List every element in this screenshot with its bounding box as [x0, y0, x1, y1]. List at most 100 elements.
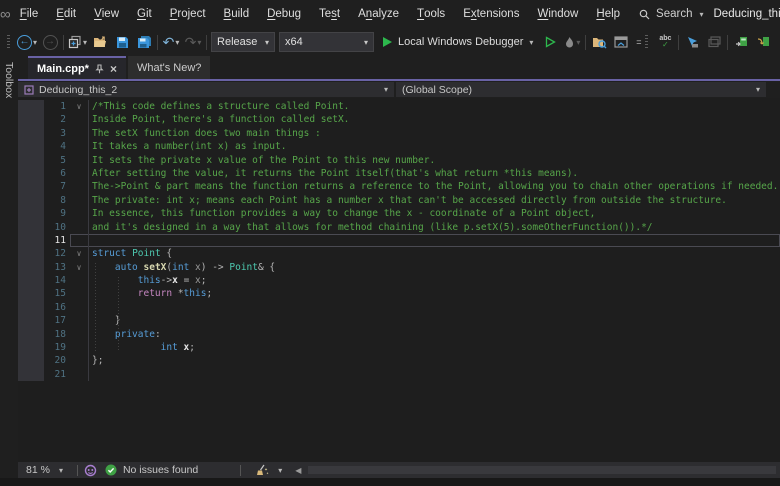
- menu-window[interactable]: Window: [528, 0, 587, 28]
- code-line[interactable]: 14 this->x = x;: [18, 274, 780, 288]
- code-text[interactable]: In essence, this function provides a way…: [88, 207, 780, 220]
- solution-explorer-button[interactable]: [612, 31, 630, 53]
- menu-git[interactable]: Git: [128, 0, 161, 28]
- toolbar-drag-handle[interactable]: [7, 34, 10, 50]
- code-line[interactable]: 7 The->Point & part means the function re…: [18, 180, 780, 194]
- open-file-button[interactable]: [91, 31, 109, 53]
- code-line[interactable]: 10 and it's designed in a way that allows…: [18, 220, 780, 234]
- breakpoint-margin[interactable]: [18, 220, 44, 234]
- breakpoint-margin[interactable]: [18, 300, 44, 315]
- breakpoint-margin[interactable]: [18, 314, 44, 328]
- menu-test[interactable]: Te s t: [310, 0, 349, 28]
- step-into-button[interactable]: [754, 31, 772, 53]
- breakpoint-margin[interactable]: [18, 354, 44, 368]
- tab-whats-new[interactable]: What's New?: [127, 56, 211, 79]
- code-line[interactable]: 9 In essence, this function provides a wa…: [18, 207, 780, 221]
- fold-chevron-icon[interactable]: ∨: [70, 100, 88, 113]
- hot-reload-button[interactable]: ▾: [563, 31, 581, 53]
- breakpoint-margin[interactable]: [18, 180, 44, 194]
- code-cleanup-button[interactable]: ▾: [247, 464, 290, 477]
- menu-file[interactable]: File: [11, 0, 48, 28]
- code-editor[interactable]: 1 ∨/*This code defines a structure called…: [18, 98, 780, 462]
- breakpoint-margin[interactable]: [18, 207, 44, 221]
- menu-help[interactable]: Help: [587, 0, 629, 28]
- code-line[interactable]: 1 ∨/*This code defines a structure called…: [18, 100, 780, 114]
- breakpoint-margin[interactable]: [18, 260, 44, 275]
- code-text[interactable]: After setting the value, it returns the …: [88, 167, 780, 180]
- code-line[interactable]: 18 private:: [18, 327, 780, 342]
- toolbox-tab[interactable]: Toolbox: [3, 56, 15, 98]
- code-text[interactable]: auto setX(int x) -> Point& {: [88, 261, 780, 274]
- solution-configuration-dropdown[interactable]: Release ▾: [211, 32, 276, 52]
- breakpoint-margin[interactable]: [18, 166, 44, 181]
- code-line[interactable]: 6 After setting the value, it returns the…: [18, 166, 780, 181]
- pick-element-button[interactable]: [705, 31, 723, 53]
- pin-icon[interactable]: [95, 63, 104, 74]
- save-all-button[interactable]: [135, 31, 153, 53]
- code-line[interactable]: 21: [18, 367, 780, 382]
- copilot-icon[interactable]: [84, 464, 97, 477]
- fold-chevron-icon[interactable]: ∨: [70, 247, 88, 260]
- zoom-dropdown[interactable]: 81 % ▾: [18, 464, 71, 476]
- new-project-button[interactable]: ▾: [68, 31, 87, 53]
- document-health-indicator[interactable]: No issues found: [97, 464, 206, 476]
- fold-chevron-icon[interactable]: ∨: [70, 261, 88, 274]
- navigate-back-button[interactable]: ← ▾: [17, 31, 37, 53]
- menu-view[interactable]: View: [85, 0, 128, 28]
- breakpoint-margin[interactable]: [18, 233, 44, 248]
- undo-button[interactable]: ↶ ▾: [162, 31, 180, 53]
- code-line[interactable]: 2 Inside Point, there's a function called…: [18, 113, 780, 127]
- code-line[interactable]: 19 int x;: [18, 341, 780, 355]
- breakpoint-margin[interactable]: [18, 327, 44, 342]
- breakpoint-margin[interactable]: [18, 367, 44, 382]
- project-dropdown[interactable]: Deducing_this_2 ▾: [18, 82, 394, 97]
- breakpoint-margin[interactable]: [18, 193, 44, 208]
- code-text[interactable]: The private: int x; means each Point has…: [88, 194, 780, 207]
- code-text[interactable]: int x;: [88, 341, 780, 354]
- code-text[interactable]: /*This code defines a structure called P…: [88, 100, 780, 113]
- navigate-forward-button[interactable]: →: [41, 31, 59, 53]
- code-text[interactable]: The->Point & part means the function ret…: [88, 180, 780, 193]
- code-text[interactable]: It takes a number(int x) as input.: [88, 140, 780, 153]
- code-text[interactable]: Inside Point, there's a function called …: [88, 113, 780, 126]
- breakpoint-margin[interactable]: [18, 341, 44, 355]
- code-line[interactable]: 3 The setX function does two main things …: [18, 126, 780, 141]
- code-text[interactable]: this->x = x;: [88, 274, 780, 287]
- code-text[interactable]: struct Point {: [88, 247, 780, 260]
- breakpoint-margin[interactable]: [18, 140, 44, 154]
- code-line[interactable]: 11: [18, 233, 780, 248]
- find-in-files-button[interactable]: [590, 31, 608, 53]
- scrollbar-thumb[interactable]: [308, 466, 776, 474]
- code-text[interactable]: };: [88, 354, 780, 367]
- breakpoint-margin[interactable]: [18, 247, 44, 261]
- code-text[interactable]: [88, 368, 780, 381]
- code-line[interactable]: 4 It takes a number(int x) as input.: [18, 140, 780, 154]
- close-icon[interactable]: ×: [110, 62, 117, 76]
- code-text[interactable]: private:: [88, 328, 780, 341]
- code-line[interactable]: 12 ∨ struct Point {: [18, 247, 780, 261]
- breakpoint-margin[interactable]: [18, 287, 44, 301]
- code-line[interactable]: 16: [18, 300, 780, 315]
- select-element-button[interactable]: [683, 31, 701, 53]
- menu-debug[interactable]: Debug: [258, 0, 310, 28]
- menu-edit[interactable]: Edit: [47, 0, 85, 28]
- code-text[interactable]: The setX function does two main things :: [88, 127, 780, 140]
- code-text[interactable]: }: [88, 314, 780, 327]
- scope-dropdown[interactable]: (Global Scope) ▾: [396, 82, 766, 97]
- tab-main-cpp[interactable]: Main.cpp* ×: [28, 56, 126, 79]
- menu-extensions[interactable]: Ex tensions: [454, 0, 528, 28]
- search-box[interactable]: Search ▾: [629, 8, 713, 20]
- code-line[interactable]: 8 The private: int x; means each Point ha…: [18, 193, 780, 208]
- code-line[interactable]: 20};: [18, 354, 780, 368]
- toolbar-options-handle[interactable]: =: [634, 31, 652, 53]
- breakpoint-margin[interactable]: [18, 126, 44, 141]
- code-line[interactable]: 5 It sets the private x value of the Poin…: [18, 153, 780, 167]
- scrollbar-left-arrow[interactable]: ◀: [290, 466, 306, 475]
- save-button[interactable]: [113, 31, 131, 53]
- horizontal-scrollbar[interactable]: [306, 462, 780, 478]
- code-line[interactable]: 13 ∨ auto setX(int x) -> Point& {: [18, 260, 780, 275]
- code-text[interactable]: [88, 234, 780, 247]
- breakpoint-margin[interactable]: [18, 113, 44, 127]
- menu-build[interactable]: Build: [215, 0, 259, 28]
- code-text[interactable]: and it's designed in a way that allows f…: [88, 221, 780, 234]
